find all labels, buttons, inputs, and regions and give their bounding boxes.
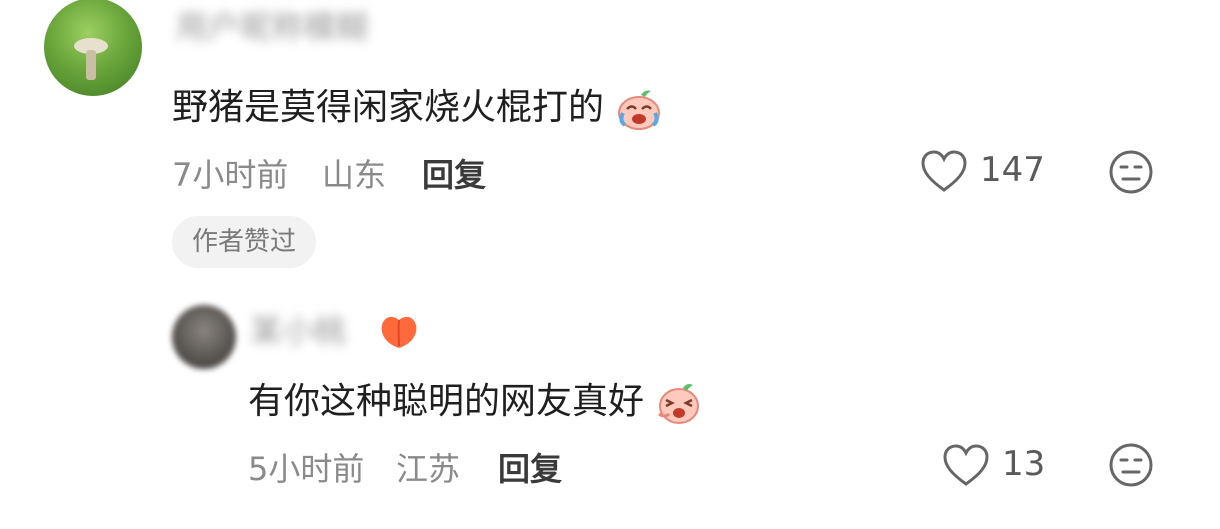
reply-button[interactable]: 回复 [498,444,562,490]
comment-username[interactable]: 用户昵称模糊 [176,2,368,48]
neutral-face-icon [1109,150,1153,194]
comment-location: 江苏 [396,450,461,488]
like-button[interactable] [942,444,990,492]
comment-text-content: 有你这种聪明的网友真好 [248,381,645,422]
comment-text: 有你这种聪明的网友真好 [248,372,703,426]
peach-icon [378,310,420,348]
avatar[interactable] [172,305,236,369]
author-liked-badge: 作者赞过 [172,216,317,268]
like-count: 147 [980,150,1045,190]
comment-text: 野猪是莫得闲家烧火棍打的 [172,78,663,131]
like-button[interactable] [920,150,968,198]
comment-time: 5小时前 [248,450,365,488]
avatar[interactable] [44,0,142,96]
comment-username[interactable]: 某小桃 [250,306,346,352]
dislike-button[interactable] [1108,149,1154,199]
comment-text-content: 野猪是莫得闲家烧火棍打的 [172,87,605,128]
reply-button[interactable]: 回复 [422,150,486,196]
avatar-tree-trunk [86,50,96,80]
crying-laugh-emoji-icon [618,90,661,130]
heart-outline-icon [943,444,989,486]
comment-location: 山东 [322,156,387,194]
heart-outline-icon [921,150,967,192]
laughing-emoji-icon [658,384,700,424]
neutral-face-icon [1109,443,1153,487]
comment-time: 7小时前 [172,156,289,194]
like-count: 13 [1002,444,1046,484]
dislike-button[interactable] [1108,442,1154,492]
